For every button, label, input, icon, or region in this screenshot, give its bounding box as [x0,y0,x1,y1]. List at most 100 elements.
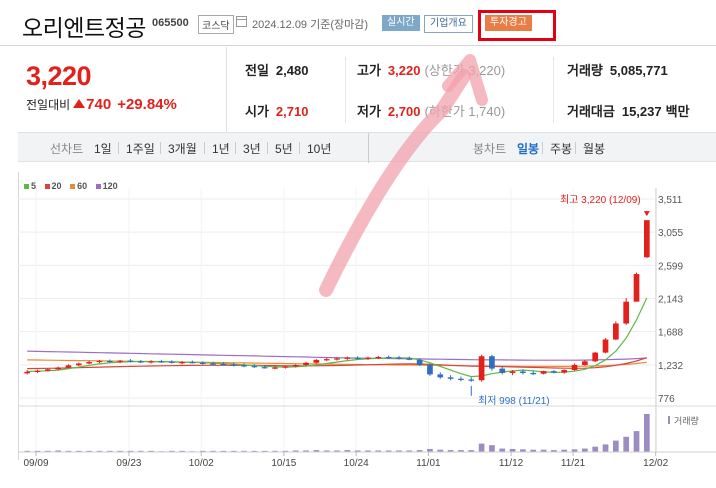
volume-bar [623,436,630,452]
realtime-button[interactable]: 실시간 [382,15,420,31]
up-arrow-icon [73,99,86,108]
tab-monthly[interactable]: 월봉 [583,140,605,157]
warning-highlight-box [478,10,556,41]
high-marker-icon [643,211,650,217]
tab-period-1d[interactable]: 1일 [94,140,112,157]
volume-bar [489,445,495,452]
x-tick-label: 11/12 [499,458,524,469]
change-label: 전일대비 [26,98,71,112]
current-price: 3,220 [26,61,92,91]
volume-bar [499,448,506,452]
tab-line-chart[interactable]: 선차트 [50,140,83,157]
candle-body [261,367,268,369]
candle-body [613,323,619,340]
x-tick-label: 10/15 [271,458,296,469]
candle-body [44,369,51,371]
candle-body [416,359,423,365]
stat-label: 거래대금 [567,104,615,119]
candle-body [199,362,206,364]
date-value: 2024.12.09 [252,19,308,31]
y-tick-label: 2,143 [658,295,683,306]
tab-separator [160,142,161,154]
candle-body [561,370,568,373]
candle-body [551,371,557,373]
high-annotation: 최고 3,220 (12/09) [560,194,641,206]
candle-body [34,370,41,372]
volume-bar [602,444,609,452]
candle-body [447,377,454,379]
candle-body [602,339,609,353]
candle-body [530,372,537,375]
candle-body [75,363,82,366]
candle-body [189,362,196,364]
candle-body [468,379,475,381]
basis-date: 2024.12.09 기준(장마감) [252,16,368,32]
candle-body [292,364,299,367]
y-tick-label: 3,055 [658,228,683,239]
stat-unit: 백만 [665,104,690,119]
volume-bar [643,414,650,452]
stat-prev-close: 전일 2,480 [245,60,308,79]
y-tick-label: 2,599 [658,261,683,272]
pink-arrow-annotation [319,54,488,297]
tab-period-3y[interactable]: 3년 [243,140,261,157]
x-tick-label: 09/23 [116,458,141,469]
candle-body [406,358,413,360]
x-tick-label: 09/09 [23,458,48,469]
stock-name: 오리엔트정공 [22,16,146,42]
candle-body [158,361,165,363]
candle-body [592,352,599,362]
tab-weekly[interactable]: 주봉 [550,140,572,157]
candle-body [509,371,516,373]
candle-body [117,360,123,362]
tab-period-3m[interactable]: 3개월 [168,140,197,157]
volume-legend-swatch [668,416,670,424]
candle-body [623,301,630,324]
candle-body [127,360,134,362]
basis-label: 기준(장마감) [310,19,369,31]
candle-body [55,367,61,370]
tab-period-5y[interactable]: 5년 [275,140,293,157]
candle-body [499,368,506,373]
volume-bar [582,448,588,452]
x-tick-label: 10/24 [344,458,369,469]
price-panel: 3,220 전일대비 740 +29.84% [0,47,226,132]
candle-body [334,358,340,360]
y-tick-label: 1,688 [658,328,683,339]
candle-body [396,357,402,359]
candle-body [437,374,444,378]
volume-bar [592,446,599,452]
candle-body [385,356,392,359]
candle-body [323,359,330,361]
candle-body [106,360,113,363]
volume-bar [613,440,619,452]
candle-body [86,362,92,364]
price-change-row: 전일대비 740 +29.84% [26,96,177,113]
candle-body [478,356,485,381]
candle-body [582,361,588,365]
tab-separator [575,142,576,154]
tab-separator [267,142,268,154]
candle-body [633,274,640,302]
candle-body [168,361,175,363]
candle-body [540,371,547,374]
stats-divider [553,57,554,123]
candle-body [458,378,464,380]
candle-body [520,371,526,373]
stat-volume: 거래량 5,085,771 [567,60,668,79]
low-annotation: 최저 998 (11/21) [478,395,550,407]
company-overview-button[interactable]: 기업개요 [424,15,473,33]
volume-bar [478,443,485,452]
candle-body [354,357,361,359]
x-tick-label: 11/01 [416,458,441,469]
tab-period-1y[interactable]: 1년 [212,140,230,157]
candle-body [210,363,216,365]
candle-body [375,356,382,359]
stat-value: 5,085,771 [609,63,668,78]
stat-label: 거래량 [567,63,603,78]
candle-body [148,361,154,363]
tab-period-1w[interactable]: 1주일 [126,140,155,157]
x-tick-label: 11/21 [561,458,586,469]
y-tick-label: 776 [658,394,675,405]
stock-code: 065500 [152,17,189,29]
